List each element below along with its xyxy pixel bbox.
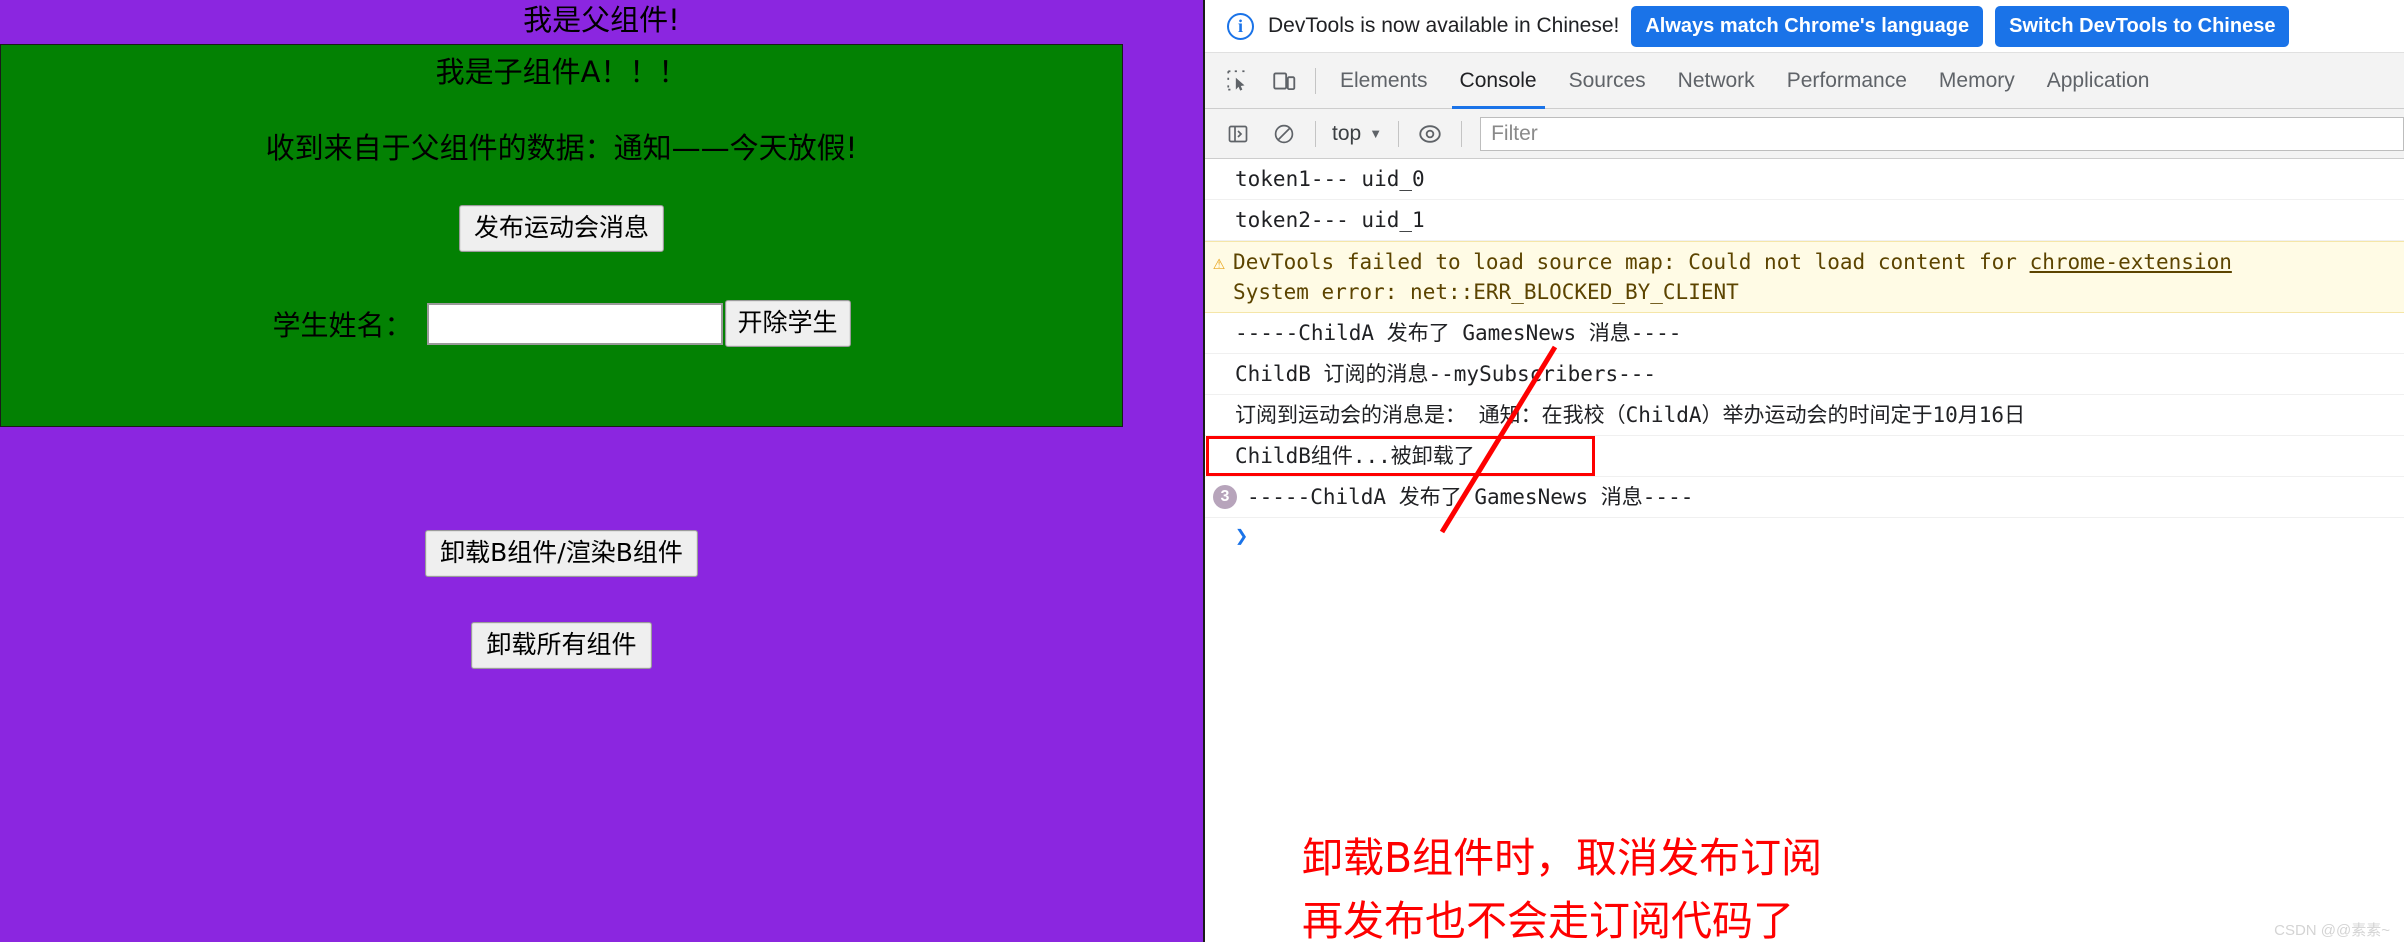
console-log-row-highlighted: ChildB组件...被卸载了 xyxy=(1205,436,2404,477)
warning-second-line: System error: net::ERR_BLOCKED_BY_CLIENT xyxy=(1233,280,1739,304)
student-name-label: 学生姓名： xyxy=(272,308,413,342)
app-preview-pane: 我是父组件! 我是子组件A！！！ 收到来自于父组件的数据：通知——今天放假! 发… xyxy=(0,0,1205,942)
child-a-title: 我是子组件A！！！ xyxy=(435,55,688,89)
clear-console-icon[interactable] xyxy=(1261,111,1307,157)
devtools-panel: i DevTools is now available in Chinese! … xyxy=(1205,0,2404,942)
expel-student-button[interactable]: 开除学生 xyxy=(724,300,851,347)
console-log-text: ChildB组件...被卸载了 xyxy=(1235,444,1475,468)
console-toolbar: top ▼ xyxy=(1205,109,2404,159)
prompt-chevron-icon: ❯ xyxy=(1235,524,1249,549)
switch-devtools-to-chinese-button[interactable]: Switch DevTools to Chinese xyxy=(1995,5,2290,47)
tab-memory[interactable]: Memory xyxy=(1923,53,2031,109)
console-sidebar-icon[interactable] xyxy=(1215,111,1261,157)
toggle-b-row: 卸载B组件/渲染B组件 xyxy=(0,530,1123,577)
console-toolbar-divider-3 xyxy=(1461,120,1463,147)
device-toolbar-icon[interactable] xyxy=(1261,58,1307,104)
student-name-row: 学生姓名： 开除学生 xyxy=(1,300,1122,347)
warning-text: DevTools failed to load source map: Coul… xyxy=(1233,250,2030,274)
execution-context-label: top xyxy=(1332,121,1362,145)
translate-banner: i DevTools is now available in Chinese! … xyxy=(1205,0,2404,53)
console-log-row: ChildB 订阅的消息--mySubscribers--- xyxy=(1205,354,2404,395)
execution-context-select[interactable]: top ▼ xyxy=(1324,122,1390,146)
child-a-received-data: 收到来自于父组件的数据：通知——今天放假! xyxy=(265,131,858,165)
toggle-child-b-button[interactable]: 卸载B组件/渲染B组件 xyxy=(425,530,698,577)
warning-icon: ⚠ xyxy=(1213,250,1226,274)
publish-sports-news-button[interactable]: 发布运动会消息 xyxy=(458,205,664,252)
annotation-text: 卸载B组件时，取消发布订阅 再发布也不会走订阅代码了 xyxy=(1302,827,1822,942)
tab-performance[interactable]: Performance xyxy=(1771,53,1923,109)
console-filter-input[interactable] xyxy=(1480,116,2404,151)
tab-console[interactable]: Console xyxy=(1444,53,1553,109)
console-log-text: -----ChildA 发布了 GamesNews 消息---- xyxy=(1247,485,1694,509)
always-match-language-button[interactable]: Always match Chrome's language xyxy=(1631,5,1984,47)
tab-sources[interactable]: Sources xyxy=(1553,53,1662,109)
csdn-watermark: CSDN @@素素~ xyxy=(2274,922,2390,939)
console-warning-row: ⚠ DevTools failed to load source map: Co… xyxy=(1205,241,2404,313)
console-log-row-repeated: 3 -----ChildA 发布了 GamesNews 消息---- xyxy=(1205,477,2404,518)
toolbar-divider xyxy=(1315,67,1316,94)
student-name-input[interactable] xyxy=(426,302,723,345)
devtools-tabstrip: Elements Console Sources Network Perform… xyxy=(1205,53,2404,109)
console-log-row: -----ChildA 发布了 GamesNews 消息---- xyxy=(1205,313,2404,354)
console-prompt[interactable]: ❯ xyxy=(1205,518,2404,555)
repeat-count-badge: 3 xyxy=(1213,485,1237,509)
annotation-line-1: 卸载B组件时，取消发布订阅 xyxy=(1302,834,1823,882)
chevron-down-icon: ▼ xyxy=(1369,126,1383,141)
unload-all-row: 卸载所有组件 xyxy=(0,622,1123,669)
publish-row: 发布运动会消息 xyxy=(1,205,1122,252)
tab-network[interactable]: Network xyxy=(1662,53,1771,109)
console-log-area[interactable]: token1--- uid_0 token2--- uid_1 ⚠ DevToo… xyxy=(1205,159,2404,942)
warning-message: DevTools failed to load source map: Coul… xyxy=(1233,247,2232,307)
unload-all-components-button[interactable]: 卸载所有组件 xyxy=(471,622,652,669)
banner-message: DevTools is now available in Chinese! xyxy=(1268,14,1620,37)
console-log-row: token1--- uid_0 xyxy=(1205,159,2404,200)
warning-link[interactable]: chrome-extension xyxy=(2030,250,2232,274)
live-expression-icon[interactable] xyxy=(1407,111,1453,157)
parent-component-title: 我是父组件! xyxy=(523,3,680,37)
console-log-row: 订阅到运动会的消息是： 通知：在我校（ChildA）举办运动会的时间定于10月1… xyxy=(1205,395,2404,436)
console-toolbar-divider-1 xyxy=(1315,120,1316,147)
child-component-a: 我是子组件A！！！ 收到来自于父组件的数据：通知——今天放假! 发布运动会消息 … xyxy=(0,44,1123,427)
console-log-row: token2--- uid_1 xyxy=(1205,200,2404,241)
screenshot-root: 我是父组件! 我是子组件A！！！ 收到来自于父组件的数据：通知——今天放假! 发… xyxy=(0,0,2404,942)
console-toolbar-divider-2 xyxy=(1398,120,1400,147)
inspect-element-icon[interactable] xyxy=(1215,58,1261,104)
tab-elements[interactable]: Elements xyxy=(1324,53,1444,109)
info-icon: i xyxy=(1227,12,1254,40)
annotation-line-2: 再发布也不会走订阅代码了 xyxy=(1302,897,1794,942)
tab-application[interactable]: Application xyxy=(2031,53,2166,109)
